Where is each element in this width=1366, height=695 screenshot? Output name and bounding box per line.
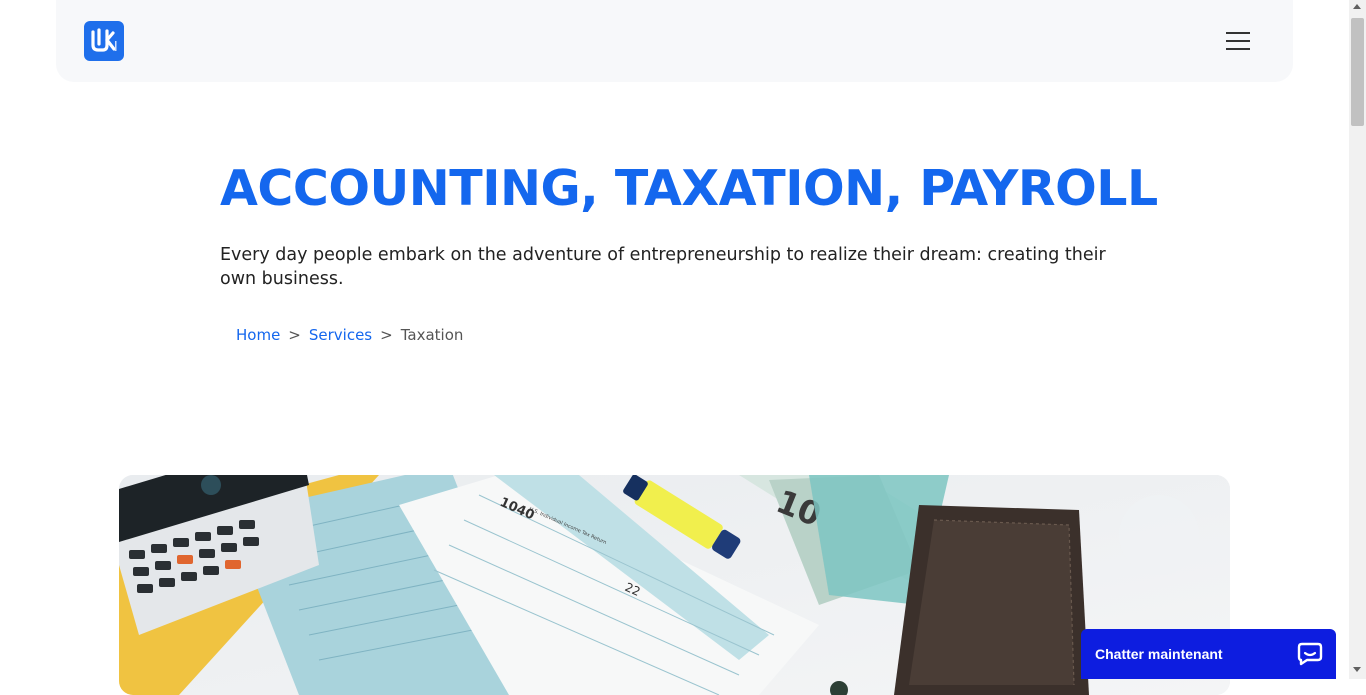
chat-now-button[interactable]: Chatter maintenant [1081,629,1336,679]
page-scrollbar[interactable] [1349,0,1366,679]
breadcrumb-home-link[interactable]: Home [236,326,280,344]
breadcrumb-separator: > [288,326,301,344]
breadcrumb-services-link[interactable]: Services [309,326,372,344]
scroll-up-arrow-icon[interactable] [1353,4,1361,9]
uh-logo-icon[interactable] [84,21,124,61]
site-header [56,0,1293,82]
scroll-down-arrow-icon[interactable] [1353,667,1361,672]
hero-image: 1040 U.S. Individual Income Tax Return 2… [119,475,1230,695]
page-title: ACCOUNTING, TAXATION, PAYROLL [220,160,1158,217]
breadcrumb-current: Taxation [400,326,464,344]
scroll-thumb[interactable] [1351,18,1364,126]
breadcrumb-separator: > [380,326,393,344]
chat-now-label: Chatter maintenant [1095,646,1223,662]
hamburger-menu-icon[interactable] [1224,28,1252,54]
breadcrumb: Home > Services > Taxation [236,326,463,344]
page-intro: Every day people embark on the adventure… [220,245,1106,289]
chat-bubble-icon [1297,642,1323,666]
